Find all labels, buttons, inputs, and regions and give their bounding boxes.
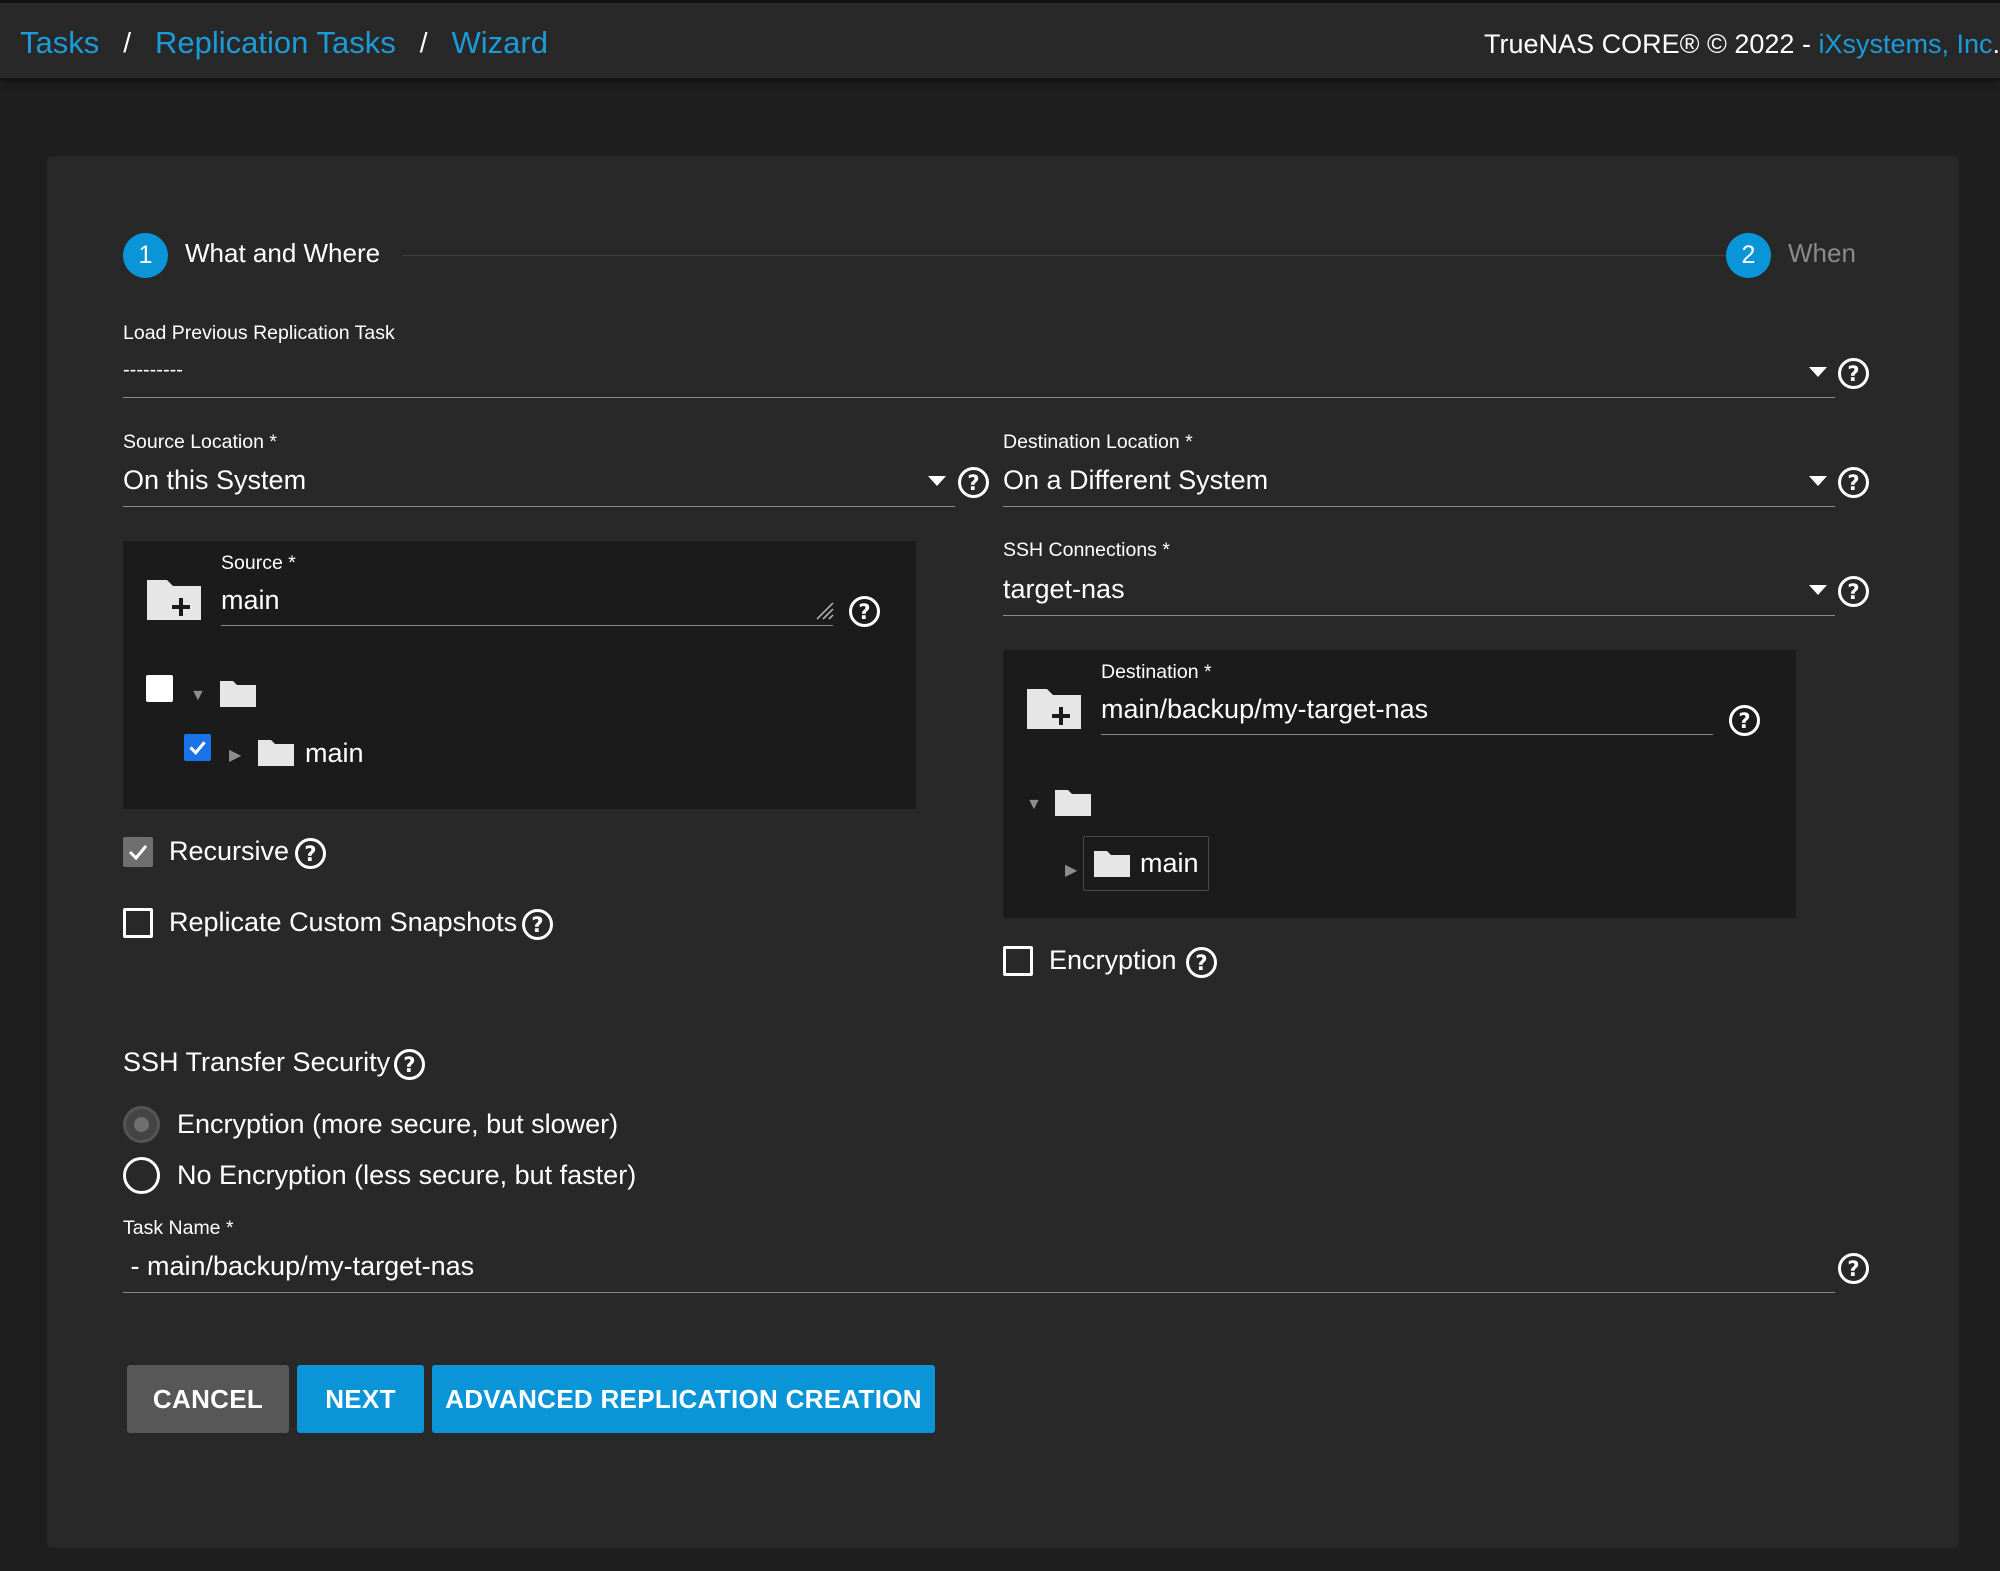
help-icon[interactable]: ?: [1729, 705, 1760, 736]
source-input[interactable]: main: [221, 585, 280, 616]
help-icon[interactable]: ?: [522, 909, 553, 940]
advanced-replication-creation-button[interactable]: ADVANCED REPLICATION CREATION: [432, 1365, 935, 1433]
source-location-label: Source Location *: [123, 431, 277, 453]
help-icon[interactable]: ?: [849, 596, 880, 627]
load-previous-underline: [123, 397, 1835, 398]
folder-icon: [1055, 790, 1091, 816]
copyright: TrueNAS CORE® © 2022 - iXsystems, Inc.: [1484, 29, 2000, 60]
task-name-label: Task Name *: [123, 1217, 234, 1239]
top-bar: Tasks / Replication Tasks / Wizard TrueN…: [0, 0, 2000, 79]
breadcrumb-separator: /: [419, 27, 428, 58]
resize-handle-icon[interactable]: [813, 599, 835, 621]
folder-icon: [258, 740, 294, 766]
help-icon[interactable]: ?: [295, 838, 326, 869]
breadcrumb-replication-tasks[interactable]: Replication Tasks: [155, 25, 396, 61]
source-underline: [221, 625, 833, 626]
expand-right-icon[interactable]: ▶: [229, 745, 241, 765]
destination-location-label: Destination Location *: [1003, 431, 1193, 453]
help-icon[interactable]: ?: [1838, 576, 1869, 607]
no-encryption-radio[interactable]: [123, 1157, 160, 1194]
check-icon: [189, 741, 206, 756]
next-button[interactable]: NEXT: [297, 1365, 424, 1433]
folder-icon: [1094, 851, 1130, 877]
chevron-down-icon[interactable]: [1809, 367, 1827, 377]
destination-explorer: Destination * main/backup/my-target-nas …: [1003, 650, 1796, 918]
encryption-label: Encryption: [1049, 945, 1177, 975]
breadcrumb-separator: /: [123, 27, 132, 58]
step-2-label[interactable]: When: [1788, 238, 1856, 269]
breadcrumb: Tasks / Replication Tasks / Wizard: [20, 25, 548, 61]
source-explorer: Source * main ? ▼ ▶ main: [123, 541, 916, 809]
load-previous-label: Load Previous Replication Task: [123, 322, 395, 344]
root-checkbox[interactable]: [146, 675, 173, 702]
ssh-connections-underline: [1003, 615, 1835, 616]
help-icon[interactable]: ?: [1186, 947, 1217, 978]
ssh-transfer-security-label: SSH Transfer Security: [123, 1047, 391, 1077]
create-folder-icon[interactable]: [1025, 685, 1083, 731]
help-icon[interactable]: ?: [958, 467, 989, 498]
help-icon[interactable]: ?: [1838, 1253, 1869, 1284]
encryption-radio[interactable]: [123, 1106, 160, 1143]
destination-location-underline: [1003, 506, 1835, 507]
source-location-underline: [123, 506, 955, 507]
folder-icon: [220, 681, 256, 707]
no-encryption-option-label[interactable]: No Encryption (less secure, but faster): [177, 1160, 636, 1191]
copyright-text: TrueNAS CORE® © 2022 -: [1484, 29, 1819, 59]
cancel-button[interactable]: CANCEL: [127, 1365, 289, 1433]
ssh-connections-label: SSH Connections *: [1003, 539, 1170, 561]
encryption-option-label[interactable]: Encryption (more secure, but slower): [177, 1109, 618, 1140]
source-label: Source *: [221, 552, 296, 574]
source-tree-main[interactable]: main: [305, 738, 364, 769]
help-icon[interactable]: ?: [394, 1049, 425, 1080]
chevron-down-icon[interactable]: [1809, 476, 1827, 486]
recursive-label: Recursive: [169, 836, 290, 866]
destination-tree-main-node[interactable]: main: [1083, 836, 1209, 891]
stepper-divider: [403, 255, 1763, 256]
destination-label: Destination *: [1101, 661, 1212, 683]
help-icon[interactable]: ?: [1838, 467, 1869, 498]
wizard-card: 1 What and Where 2 When Load Previous Re…: [47, 156, 1959, 1548]
expand-down-icon[interactable]: ▼: [1026, 796, 1042, 814]
check-icon: [128, 845, 148, 861]
ixsystems-link[interactable]: iXsystems, Inc: [1818, 29, 1992, 59]
step-1-icon[interactable]: 1: [123, 233, 168, 278]
destination-location-select[interactable]: On a Different System: [1003, 465, 1268, 496]
replicate-custom-snapshots-label: Replicate Custom Snapshots: [169, 907, 518, 937]
source-location-select[interactable]: On this System: [123, 465, 306, 496]
task-name-input[interactable]: - main/backup/my-target-nas: [123, 1251, 475, 1282]
destination-tree-main[interactable]: main: [1140, 848, 1199, 879]
help-icon[interactable]: ?: [1838, 358, 1869, 389]
destination-input[interactable]: main/backup/my-target-nas: [1101, 694, 1428, 725]
expand-down-icon[interactable]: ▼: [190, 687, 206, 705]
step-2-icon[interactable]: 2: [1726, 233, 1771, 278]
replicate-custom-snapshots-checkbox[interactable]: [123, 908, 153, 938]
copyright-suffix: .: [1992, 29, 2000, 59]
breadcrumb-tasks[interactable]: Tasks: [20, 25, 99, 61]
create-folder-icon[interactable]: [145, 576, 203, 622]
encryption-checkbox[interactable]: [1003, 946, 1033, 976]
expand-right-icon[interactable]: ▶: [1065, 860, 1077, 880]
destination-underline: [1101, 734, 1713, 735]
load-previous-select[interactable]: ---------: [123, 359, 183, 382]
task-name-underline: [123, 1292, 1835, 1293]
ssh-connections-select[interactable]: target-nas: [1003, 574, 1125, 605]
chevron-down-icon[interactable]: [1809, 585, 1827, 595]
main-checkbox[interactable]: [184, 734, 211, 761]
step-1-label[interactable]: What and Where: [185, 238, 380, 269]
recursive-checkbox[interactable]: [123, 837, 153, 867]
breadcrumb-wizard[interactable]: Wizard: [451, 25, 547, 61]
chevron-down-icon[interactable]: [928, 476, 946, 486]
